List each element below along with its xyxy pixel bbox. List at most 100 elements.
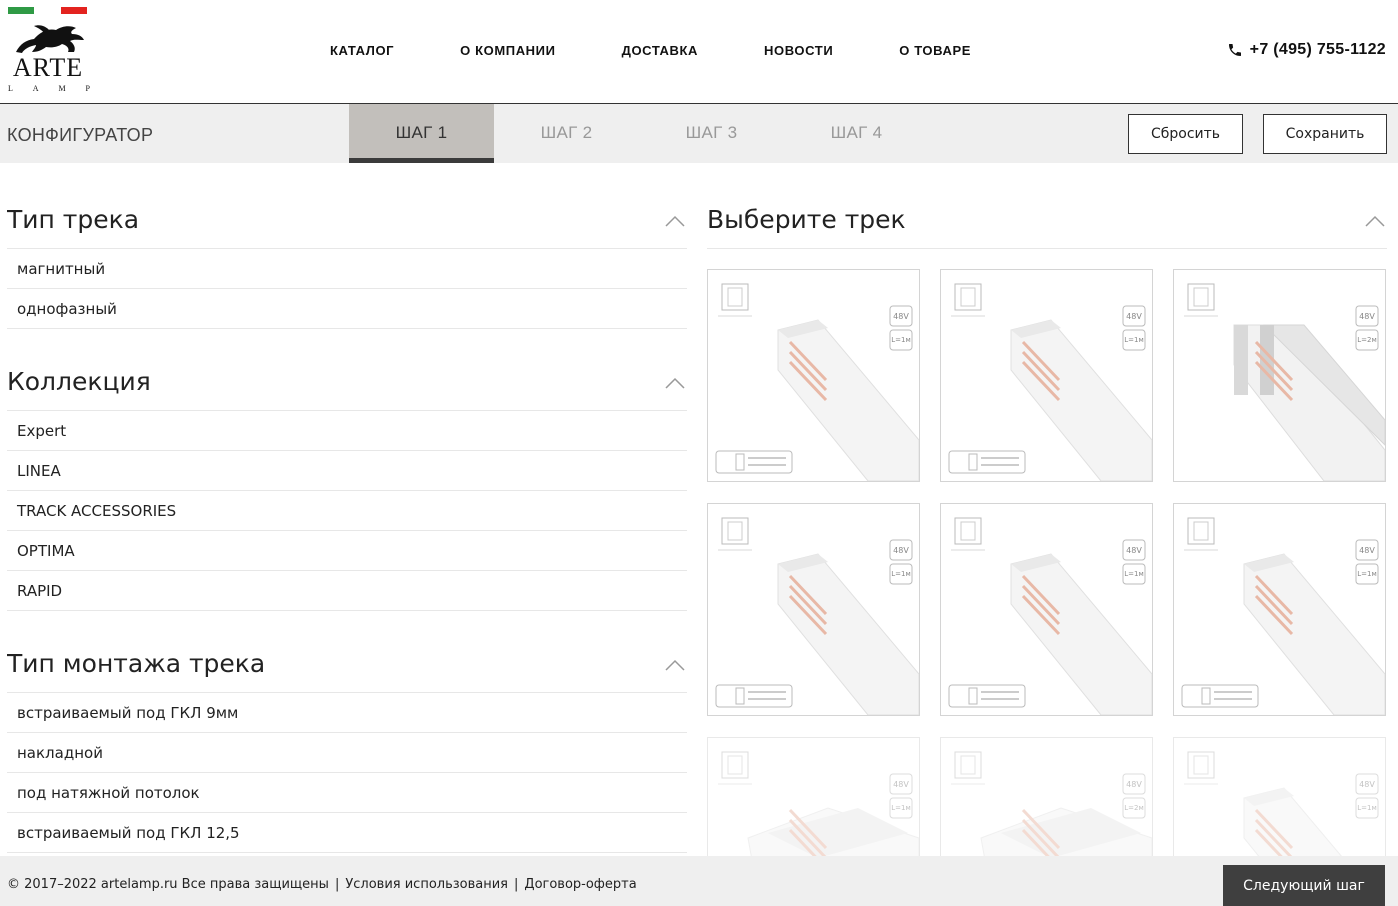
filter-option[interactable]: встраиваемый под ГКЛ 9мм bbox=[7, 693, 687, 733]
chevron-up-icon[interactable] bbox=[1365, 215, 1385, 227]
footer-separator: | bbox=[334, 877, 340, 892]
track-card[interactable]: 48V L=1м bbox=[940, 503, 1153, 716]
filter-group-track-type: Тип трека магнитный однофазный bbox=[7, 203, 687, 329]
filter-option[interactable]: LINEA bbox=[7, 451, 687, 491]
filter-option[interactable]: под натяжной потолок bbox=[7, 773, 687, 813]
chevron-up-icon[interactable] bbox=[665, 659, 685, 671]
flag-red-stripe bbox=[61, 7, 87, 14]
reset-button[interactable]: Сбросить bbox=[1128, 114, 1243, 154]
tracks-header[interactable]: Выберите трек bbox=[707, 203, 1387, 249]
filter-group-title: Тип трека bbox=[7, 205, 140, 234]
voltage-badge: 48V bbox=[1359, 546, 1375, 555]
flag-green-stripe bbox=[8, 7, 34, 14]
track-card[interactable]: 48V L=1м bbox=[940, 269, 1153, 482]
length-badge: L=1м bbox=[1357, 570, 1377, 578]
logo-sub-letter: M bbox=[58, 84, 66, 93]
logo-sub-letter: P bbox=[85, 84, 90, 93]
voltage-badge: 48V bbox=[1359, 312, 1375, 321]
filter-option[interactable]: однофазный bbox=[7, 289, 687, 329]
track-card[interactable]: 48V L=1м bbox=[707, 269, 920, 482]
logo-sub-letter: L bbox=[8, 84, 13, 93]
footer-links: © 2017–2022 artelamp.ru Все права защище… bbox=[7, 877, 637, 892]
track-product-image bbox=[715, 517, 919, 715]
nav-catalog[interactable]: КАТАЛОГ bbox=[330, 43, 394, 58]
nav-delivery[interactable]: ДОСТАВКА bbox=[622, 43, 698, 58]
phone-number: +7 (495) 755-1122 bbox=[1249, 41, 1386, 58]
lion-logo-icon bbox=[16, 25, 84, 53]
track-card[interactable]: 48V L=1м bbox=[1173, 503, 1386, 716]
voltage-badge: 48V bbox=[893, 780, 909, 789]
site-footer: © 2017–2022 artelamp.ru Все права защище… bbox=[0, 856, 1398, 906]
track-card[interactable]: 48V L=2м bbox=[1173, 269, 1386, 482]
filter-option[interactable]: Expert bbox=[7, 411, 687, 451]
configurator-bar: КОНФИГУРАТОР ШАГ 1 ШАГ 2 ШАГ 3 ШАГ 4 Сбр… bbox=[0, 104, 1398, 163]
filter-group-title: Тип монтажа трека bbox=[7, 649, 266, 678]
tab-step-3[interactable]: ШАГ 3 bbox=[639, 104, 784, 163]
length-badge: L=1м bbox=[1124, 336, 1144, 344]
nav-about[interactable]: О КОМПАНИИ bbox=[460, 43, 555, 58]
length-badge: L=2м bbox=[1357, 336, 1377, 344]
chevron-up-icon[interactable] bbox=[665, 215, 685, 227]
voltage-badge: 48V bbox=[1359, 780, 1375, 789]
length-badge: L=1м bbox=[1124, 570, 1144, 578]
step-tabs: ШАГ 1 ШАГ 2 ШАГ 3 ШАГ 4 bbox=[349, 104, 929, 163]
track-product-image bbox=[715, 283, 919, 481]
offer-link[interactable]: Договор-оферта bbox=[524, 877, 636, 892]
tab-step-1[interactable]: ШАГ 1 bbox=[349, 104, 494, 163]
track-product-image bbox=[1184, 751, 1379, 856]
filter-group-mounting: Тип монтажа трека встраиваемый под ГКЛ 9… bbox=[7, 647, 687, 853]
track-product-image bbox=[1184, 283, 1385, 481]
length-badge: L=1м bbox=[891, 570, 911, 578]
tracks-panel: Выберите трек 48V L=1м 48V L=1м 48V L=2м 48V L=… bbox=[707, 163, 1387, 856]
phone-link[interactable]: +7 (495) 755-1122 bbox=[1227, 41, 1386, 59]
filter-option[interactable]: магнитный bbox=[7, 249, 687, 289]
voltage-badge: 48V bbox=[1126, 780, 1142, 789]
filter-group-header[interactable]: Коллекция bbox=[7, 365, 687, 411]
filter-group-collection: Коллекция Expert LINEA TRACK ACCESSORIES… bbox=[7, 365, 687, 611]
logo-sub-letter: A bbox=[32, 84, 39, 93]
filter-group-title: Коллекция bbox=[7, 367, 151, 396]
track-product-image bbox=[1181, 517, 1385, 715]
logo-brand-text: ARTE bbox=[12, 53, 84, 82]
filter-option[interactable]: OPTIMA bbox=[7, 531, 687, 571]
track-grid: 48V L=1м 48V L=1м 48V L=2м 48V L=1м 48V L=1м 48V L=… bbox=[707, 269, 1387, 856]
length-badge: L=1м bbox=[891, 336, 911, 344]
track-product-image bbox=[948, 517, 1152, 715]
voltage-badge: 48V bbox=[893, 312, 909, 321]
voltage-badge: 48V bbox=[893, 546, 909, 555]
tracks-title: Выберите трек bbox=[707, 205, 906, 234]
save-button[interactable]: Сохранить bbox=[1263, 114, 1387, 154]
length-badge: L=1м bbox=[891, 804, 911, 812]
filter-option[interactable]: TRACK ACCESSORIES bbox=[7, 491, 687, 531]
track-product-image bbox=[718, 751, 919, 856]
voltage-badge: 48V bbox=[1126, 546, 1142, 555]
filter-option[interactable]: RAPID bbox=[7, 571, 687, 611]
length-badge: L=2м bbox=[1124, 804, 1144, 812]
chevron-up-icon[interactable] bbox=[665, 377, 685, 389]
nav-product-info[interactable]: О ТОВАРЕ bbox=[899, 43, 971, 58]
track-card[interactable]: 48V L=1м bbox=[707, 503, 920, 716]
main-nav: КАТАЛОГ О КОМПАНИИ ДОСТАВКА НОВОСТИ О ТО… bbox=[330, 43, 971, 58]
configurator-title: КОНФИГУРАТОР bbox=[7, 125, 154, 145]
filter-group-header[interactable]: Тип монтажа трека bbox=[7, 647, 687, 693]
filter-option[interactable]: накладной bbox=[7, 733, 687, 773]
track-card[interactable]: 48V L=1м bbox=[707, 737, 920, 856]
voltage-badge: 48V bbox=[1126, 312, 1142, 321]
tab-step-2[interactable]: ШАГ 2 bbox=[494, 104, 639, 163]
track-card[interactable]: 48V L=2м bbox=[940, 737, 1153, 856]
phone-icon bbox=[1228, 44, 1241, 56]
terms-link[interactable]: Условия использования bbox=[345, 877, 508, 892]
tab-step-4[interactable]: ШАГ 4 bbox=[784, 104, 929, 163]
filters-panel: Тип трека магнитный однофазный Коллекция… bbox=[7, 163, 687, 856]
arte-lamp-logo[interactable]: ARTE L A M P bbox=[6, 22, 90, 94]
track-card[interactable]: 48V L=1м bbox=[1173, 737, 1386, 856]
filter-group-header[interactable]: Тип трека bbox=[7, 203, 687, 249]
nav-news[interactable]: НОВОСТИ bbox=[764, 43, 833, 58]
filter-option[interactable]: встраиваемый под ГКЛ 12,5 bbox=[7, 813, 687, 853]
next-step-button[interactable]: Следующий шаг bbox=[1223, 865, 1385, 906]
track-product-image bbox=[951, 751, 1152, 856]
footer-separator: | bbox=[514, 877, 519, 892]
copyright-text: © 2017–2022 artelamp.ru Все права защище… bbox=[7, 877, 329, 892]
track-product-image bbox=[948, 283, 1152, 481]
site-header: ARTE L A M P КАТАЛОГ О КОМПАНИИ ДОСТАВКА… bbox=[0, 0, 1398, 104]
